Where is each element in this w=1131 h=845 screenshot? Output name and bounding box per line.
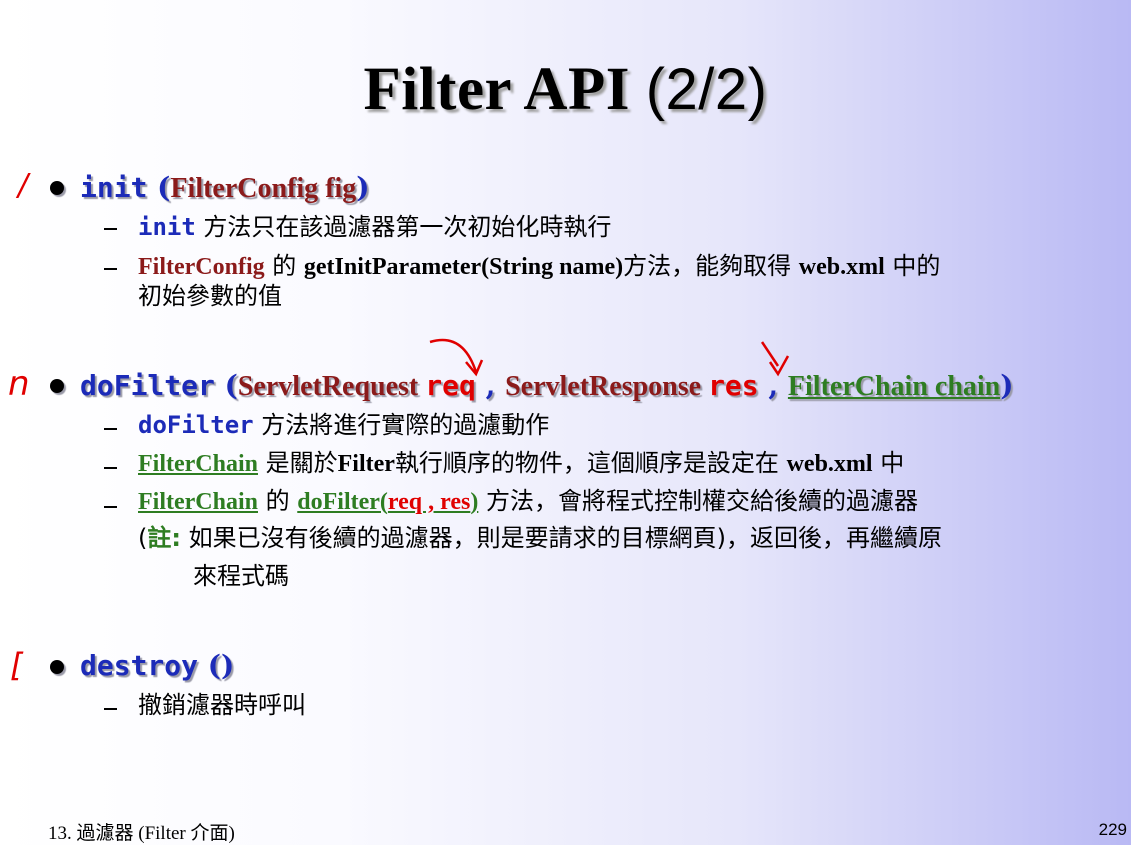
init-sub2-text3: 中的 (884, 252, 941, 280)
dofilter-sub2-text1: 是關於 (258, 449, 338, 477)
ink-mark-destroy: [ (10, 646, 23, 684)
init-sub2-text1: 的 (264, 252, 304, 280)
dofilter-signature: doFilter (ServletRequest req , ServletRe… (80, 368, 1014, 405)
init-sub-2: FilterConfig 的 getInitParameter(String n… (138, 250, 940, 283)
dofilter-sub3-keyword: FilterChain (138, 489, 258, 515)
init-param-name: fig (318, 173, 357, 204)
title-part: (2/2) (645, 57, 768, 122)
page-number: 229 (1098, 820, 1127, 839)
dash-dofilter-3 (104, 506, 117, 508)
dash-init-2 (104, 268, 117, 270)
dofilter-type-response: ServletResponse (505, 371, 709, 402)
dofilter-sub2-file: web.xml (786, 451, 873, 477)
init-sub2-file: web.xml (798, 254, 885, 280)
dofilter-sub3-text1: 的 (258, 487, 298, 515)
init-signature: init (FilterConfig fig) (80, 170, 370, 207)
init-sig-open: ( (147, 171, 171, 204)
dash-dofilter-1 (104, 428, 117, 430)
dofilter-type-chain: FilterChain chain (787, 371, 1001, 402)
destroy-sig: () (198, 649, 235, 682)
init-sig-close: ) (356, 171, 370, 204)
slide-title: Filter API (2/2) (0, 52, 1131, 128)
ink-mark-dofilter: n (8, 364, 30, 404)
dofilter-sub3-note: 註: (147, 524, 181, 552)
destroy-keyword: destroy (80, 649, 199, 682)
init-sub1-text: 方法只在該過濾器第一次初始化時執行 (195, 213, 612, 241)
dofilter-sub1-keyword: doFilter (138, 411, 254, 439)
dofilter-sub-3-line3: 來程式碼 (193, 562, 289, 590)
destroy-signature: destroy () (80, 648, 234, 684)
bullet-dofilter (50, 379, 64, 393)
dofilter-sub-1: doFilter 方法將進行實際的過濾動作 (138, 409, 549, 441)
init-sub2-method: getInitParameter(String name) (303, 254, 624, 280)
dofilter-sig-open: ( (214, 369, 238, 402)
destroy-sub-1: 撤銷濾器時呼叫 (138, 691, 306, 719)
bullet-destroy (50, 660, 64, 674)
dofilter-sub1-text: 方法將進行實際的過濾動作 (253, 411, 550, 439)
dash-dofilter-2 (104, 467, 117, 469)
title-main: Filter API (363, 56, 646, 123)
dofilter-sub2-keyword: FilterChain (138, 451, 258, 477)
dofilter-sub-2: FilterChain 是關於Filter執行順序的物件，這個順序是設定在 we… (138, 447, 904, 480)
init-sub-2-line2: 初始參數的值 (138, 282, 282, 310)
footer-chapter: 13. 過濾器 (Filter 介面) (48, 823, 235, 844)
ink-mark-init: / (18, 168, 29, 203)
dofilter-sub-3-line2: (註: 如果已沒有後續的過濾器，則是要請求的目標網頁)，返回後，再繼續原 (138, 522, 942, 554)
init-sub2-text2: 方法，能夠取得 (623, 252, 799, 280)
init-sub-1: init 方法只在該過濾器第一次初始化時執行 (138, 211, 611, 243)
dofilter-type-request: ServletRequest (237, 371, 426, 402)
dofilter-sub-3: FilterChain 的 doFilter(req , res) 方法，會將程… (138, 485, 918, 518)
init-param-type: FilterConfig (170, 173, 319, 204)
dofilter-param-res: res (708, 369, 759, 402)
bullet-init (50, 181, 64, 195)
dofilter-param-req: req (425, 369, 476, 402)
dofilter-sub3-line2-open: ( (138, 524, 148, 552)
dofilter-keyword: doFilter (80, 369, 215, 402)
dash-init-1 (104, 228, 117, 230)
dofilter-sub3-method: doFilter( (297, 489, 388, 515)
dofilter-sub2-text3: 中 (872, 449, 905, 477)
init-sub1-keyword: init (138, 213, 196, 241)
init-keyword: init (80, 171, 148, 204)
dash-destroy-1 (104, 708, 117, 710)
dofilter-comma-2: , (758, 369, 788, 402)
dofilter-sub3-text2: 方法，會將程式控制權交給後續的過濾器 (478, 487, 918, 515)
dofilter-sub2-text2: 執行順序的物件，這個順序是設定在 (394, 449, 787, 477)
dofilter-sub2-filter: Filter (337, 451, 395, 477)
dofilter-sig-close: ) (1000, 369, 1014, 402)
dofilter-sub3-args: req , res (387, 489, 471, 515)
dofilter-comma-1: , (475, 369, 506, 402)
init-sub2-keyword: FilterConfig (138, 254, 265, 280)
dofilter-sub3-line2-text: 如果已沒有後續的過濾器，則是要請求的目標網頁)，返回後，再繼續原 (180, 524, 942, 552)
